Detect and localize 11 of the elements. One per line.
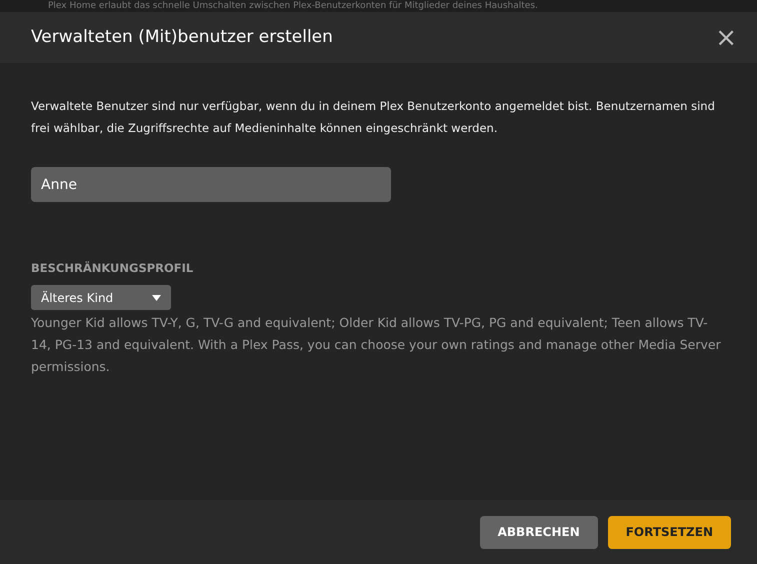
cancel-button[interactable]: ABBRECHEN: [480, 516, 598, 548]
close-button[interactable]: ×: [713, 24, 739, 50]
intro-text: Verwaltete Benutzer sind nur verfügbar, wenn du in deinem Plex Benutzerkonto angemeldet bist. Benutzernamen sind frei wählbar, die Zugriffsrechte auf Medieninhalte können eingeschränkt werden.: [31, 98, 716, 137]
profile-dropdown[interactable]: Älteres Kind: [31, 285, 171, 310]
section-label: BESCHRÄNKUNGSPROFIL: [31, 260, 194, 277]
dialog-title: Verwalteten (Mit)benutzer erstellen: [31, 26, 333, 49]
continue-button[interactable]: FORTSETZEN: [608, 516, 731, 548]
background-text: Plex Home erlaubt das schnelle Umschalten zwischen Plex-Benutzerkonten für Mitglieder deines Haushaltes.: [0, 0, 757, 12]
name-field[interactable]: Anne: [31, 167, 391, 202]
caret-icon: [152, 294, 161, 301]
help-text: Younger Kid allows TV-Y, G, TV-G and equivalent; Older Kid allows TV-PG, PG and equivalent; Teen allows TV-14, PG-13 and equivalent. With a Plex Pass, you can choose your own ratings and manage other Media Server permissions.: [31, 314, 722, 376]
